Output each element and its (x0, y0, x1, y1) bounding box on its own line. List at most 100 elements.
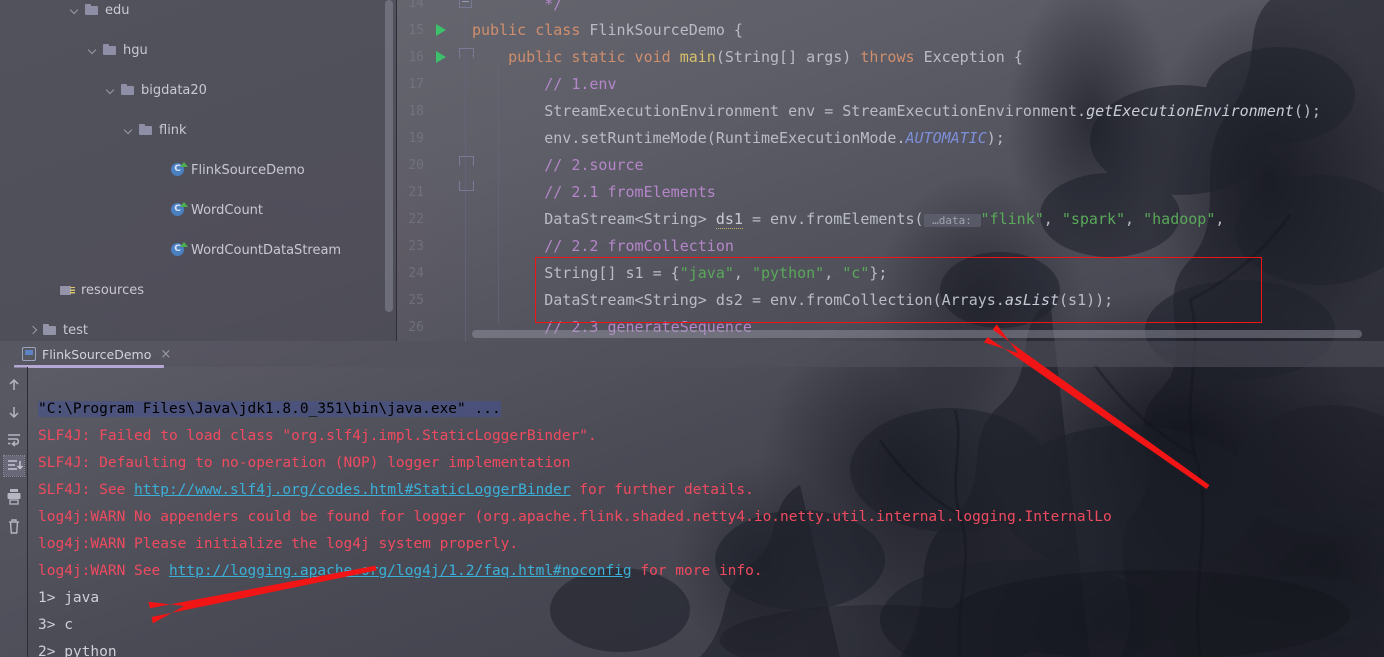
ide-window: 14 15 16 17 18 19 20 21 22 23 24 25 26 */ public clas… (0, 0, 1384, 657)
console-text: for more info. (631, 563, 763, 579)
scroll-down-icon[interactable] (4, 402, 24, 422)
code-token: env.setRuntimeMode(RuntimeExecutionMode. (472, 129, 906, 147)
console-line: log4j:WARN No appenders could be found f… (38, 509, 1112, 525)
code-token: StreamExecutionEnvironment env = StreamE… (472, 102, 1087, 120)
console-text: SLF4J: Failed to load class "org.slf4j.i… (38, 428, 597, 444)
run-tab-bar[interactable]: FlinkSourceDemo × (0, 341, 1384, 368)
console-output[interactable]: "C:\Program Files\Java\jdk1.8.0_351\bin\… (28, 367, 1384, 657)
chevron-down-icon[interactable] (69, 4, 82, 17)
code-token: "spark" (1061, 210, 1126, 228)
chevron-right-icon[interactable] (27, 324, 40, 337)
console-line: log4j:WARN See http://logging.apache.org… (38, 563, 763, 579)
close-icon[interactable]: × (160, 348, 171, 361)
console-text: SLF4J: See (38, 482, 135, 498)
run-gutter-icon[interactable] (436, 51, 446, 63)
soft-wrap-icon[interactable] (4, 429, 24, 449)
run-tool-window[interactable]: FlinkSourceDemo × "C:\Program Files\Java… (0, 341, 1384, 657)
line-number: 21 (408, 185, 424, 200)
console-text: 1> java (38, 590, 100, 606)
console-link[interactable]: http://www.slf4j.org/codes.html#StaticLo… (134, 482, 571, 498)
console-line: SLF4J: Defaulting to no-operation (NOP) … (38, 455, 571, 471)
code-token: = env.fromElements( (742, 210, 924, 228)
tree-item-label: bigdata20 (141, 82, 207, 98)
line-number: 25 (408, 293, 424, 308)
tree-item-bigdata20[interactable]: bigdata20 (0, 80, 396, 100)
tree-item-label: WordCountDataStream (191, 242, 342, 258)
chevron-down-icon[interactable] (87, 44, 100, 57)
clear-all-trash-icon[interactable] (4, 516, 24, 536)
line-number: 26 (408, 320, 424, 335)
code-line[interactable]: // 1.env (472, 76, 616, 92)
code-line[interactable]: // 2.source (472, 156, 644, 174)
project-panel-divider[interactable] (396, 0, 397, 341)
line-number: 17 (408, 77, 424, 92)
code-token: // 2.source (472, 156, 644, 174)
console-toolbar[interactable] (0, 367, 27, 657)
scroll-to-end-icon[interactable] (3, 455, 25, 477)
code-line[interactable]: public class FlinkSourceDemo { (472, 22, 743, 38)
code-token: (String[] args) (715, 48, 861, 66)
code-token: AUTOMATIC (905, 129, 987, 147)
code-line[interactable]: env.setRuntimeMode(RuntimeExecutionMode.… (472, 130, 1005, 146)
run-gutter-icon[interactable] (436, 24, 446, 36)
tree-item-wordcountdatastream[interactable]: WordCountDataStream (0, 240, 396, 260)
run-tab-label: FlinkSourceDemo (42, 346, 152, 362)
chevron-down-icon[interactable] (123, 124, 136, 137)
project-tool-window[interactable]: edu hgu bigdata20 flink FlinkSourceDemo WordC… (0, 0, 396, 341)
tree-item-test[interactable]: test (0, 320, 396, 340)
console-line: "C:\Program Files\Java\jdk1.8.0_351\bin\… (38, 401, 501, 417)
rerun-up-icon[interactable] (4, 375, 24, 395)
package-folder-icon (119, 82, 136, 98)
code-line[interactable]: StreamExecutionEnvironment env = StreamE… (472, 103, 1321, 119)
tree-item-hgu[interactable]: hgu (0, 40, 396, 60)
tree-item-flinksourcedemo[interactable]: FlinkSourceDemo (0, 160, 396, 180)
java-class-icon (169, 162, 188, 178)
editor-horizontal-scrollbar[interactable] (472, 330, 1362, 338)
line-number: 15 (408, 23, 424, 38)
run-tab-flinksourcedemo[interactable]: FlinkSourceDemo × (22, 343, 171, 365)
project-tree[interactable]: edu hgu bigdata20 flink FlinkSourceDemo WordC… (0, 0, 396, 340)
source-folder-icon (41, 322, 58, 338)
code-token: "flink" (980, 210, 1044, 228)
code-token: Exception { (923, 48, 1023, 66)
line-number: 23 (408, 239, 424, 254)
tree-item-label: edu (105, 2, 130, 18)
code-line[interactable]: */ (472, 0, 562, 12)
code-token: , (1215, 210, 1225, 228)
code-token: DataStream<String> (472, 210, 716, 228)
resources-folder-icon (59, 282, 76, 298)
console-text: log4j:WARN Please initialize the log4j s… (38, 536, 519, 552)
code-line[interactable]: DataStream<String> ds1 = env.fromElement… (472, 210, 1225, 229)
console-line: SLF4J: See http://www.slf4j.org/codes.ht… (38, 482, 754, 498)
tree-item-wordcount[interactable]: WordCount (0, 200, 396, 220)
code-line[interactable]: // 2.1 fromElements (472, 184, 716, 200)
java-class-icon (169, 242, 188, 258)
run-configuration-icon (22, 347, 36, 361)
console-line: 1> java (38, 590, 99, 606)
parameter-hint: …data: (923, 214, 981, 227)
package-folder-icon (83, 2, 100, 18)
code-token: */ (472, 0, 563, 13)
tree-item-resources[interactable]: resources (0, 280, 396, 300)
code-token: ds1 (715, 210, 743, 229)
tree-item-label: WordCount (191, 202, 264, 218)
chevron-down-icon[interactable] (105, 84, 118, 97)
code-line[interactable]: public static void main(String[] args) t… (472, 49, 1023, 65)
code-line[interactable]: // 2.2 fromCollection (472, 238, 734, 254)
code-token: throws (860, 48, 924, 66)
editor-gutter[interactable]: 14 15 16 17 18 19 20 21 22 23 24 25 26 (398, 0, 470, 341)
line-number: 22 (408, 212, 424, 227)
tree-item-label: FlinkSourceDemo (191, 162, 305, 178)
print-icon[interactable] (4, 486, 24, 506)
tree-item-flink[interactable]: flink (0, 120, 396, 140)
console-link[interactable]: http://logging.apache.org/log4j/1.2/faq.… (169, 563, 632, 579)
console-text: "C:\Program Files\Java\jdk1.8.0_351\bin\… (38, 401, 501, 417)
console-line: 3> c (38, 617, 73, 633)
tree-item-edu[interactable]: edu (0, 0, 396, 20)
console-line: 2> python (38, 644, 117, 657)
console-text: for further details. (570, 482, 754, 498)
project-vertical-scrollbar[interactable] (385, 0, 393, 312)
